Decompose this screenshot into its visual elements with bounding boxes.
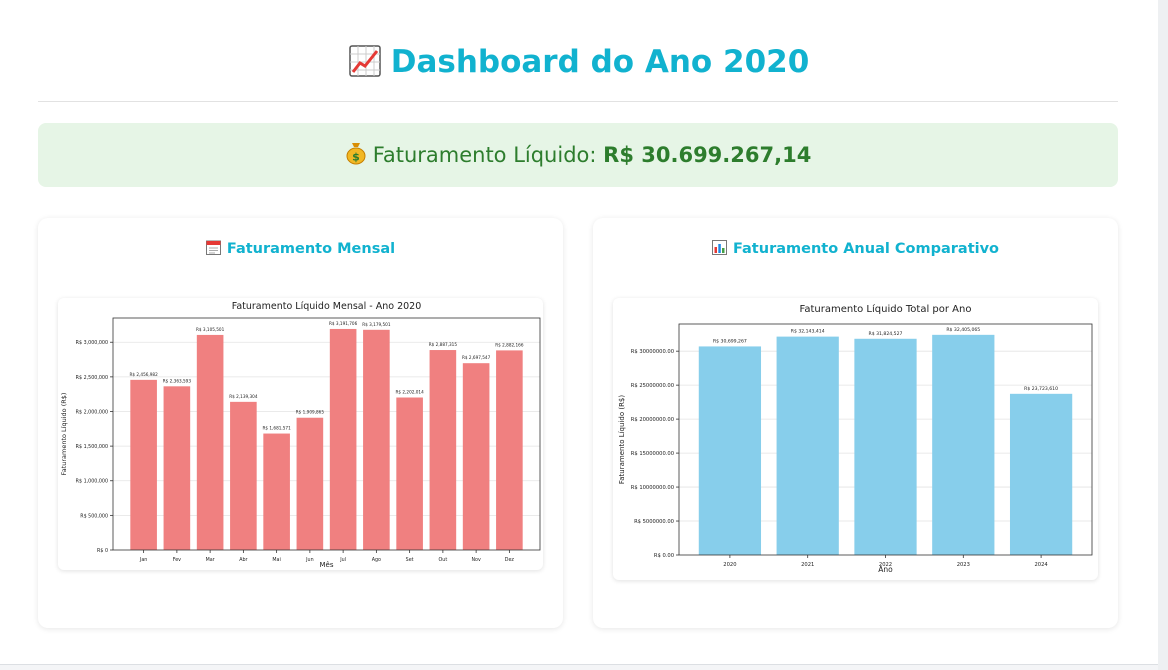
y-tick-label: R$ 2,000,000 — [76, 409, 108, 415]
data-label: R$ 2,887,315 — [429, 342, 458, 347]
data-label: R$ 2,882,166 — [495, 342, 524, 347]
data-label: R$ 31,824,527 — [869, 331, 903, 337]
x-tick-label: 2024 — [1034, 562, 1048, 568]
x-tick-label: 2020 — [723, 562, 736, 568]
x-tick-label: Abr — [239, 557, 247, 563]
data-label: R$ 2,363,593 — [163, 378, 192, 383]
annual-card-title-text: Faturamento Anual Comparativo — [732, 241, 1000, 257]
svg-text:$: $ — [352, 151, 360, 164]
y-tick-label: R$ 30000000.00 — [631, 349, 674, 355]
dashboard-page: Dashboard do Ano 2020 $ Faturamento Líqu… — [0, 0, 1158, 665]
bar — [329, 328, 357, 550]
chart-title: Faturamento Líquido Mensal - Ano 2020 — [232, 301, 422, 312]
y-tick-label: R$ 5000000.00 — [634, 519, 674, 525]
monthly-card: Faturamento Mensal Faturamento Líquido M… — [38, 218, 563, 628]
monthly-card-title-text: Faturamento Mensal — [226, 241, 396, 257]
data-label: R$ 3,191,706 — [329, 321, 358, 326]
bar — [296, 417, 324, 550]
page-title: Dashboard do Ano 2020 — [0, 44, 1158, 85]
y-tick-label: R$ 20000000.00 — [631, 417, 674, 423]
data-label: R$ 2,202,014 — [396, 390, 425, 395]
x-tick-label: Fev — [173, 557, 181, 563]
y-tick-label: R$ 500,000 — [80, 513, 108, 519]
monthly-card-title: Faturamento Mensal — [38, 240, 563, 259]
y-tick-label: R$ 0 — [97, 548, 108, 554]
x-tick-label: Ago — [372, 557, 381, 563]
bar-chart-icon — [711, 240, 727, 259]
page-title-text: Dashboard do Ano 2020 — [390, 44, 810, 80]
x-tick-label: Dez — [505, 557, 515, 563]
data-label: R$ 32,405,065 — [946, 327, 980, 333]
bar — [429, 350, 457, 550]
bar — [163, 386, 191, 550]
x-axis-label: Ano — [878, 565, 893, 574]
x-tick-label: Mar — [206, 557, 215, 563]
x-tick-label: Nov — [471, 557, 481, 563]
y-tick-label: R$ 15000000.00 — [631, 451, 674, 457]
bar — [932, 334, 995, 555]
chart-title: Faturamento Líquido Total por Ano — [800, 303, 972, 315]
x-tick-label: Set — [406, 557, 414, 563]
x-axis-label: Mês — [320, 561, 334, 569]
x-tick-label: Jul — [339, 557, 346, 563]
page-scrollbar[interactable] — [1158, 0, 1168, 670]
bar — [396, 397, 423, 550]
data-label: R$ 3,105,501 — [196, 327, 225, 332]
monthly-chart: Faturamento Líquido Mensal - Ano 2020 R$ … — [58, 298, 543, 570]
data-label: R$ 1,909,865 — [296, 410, 325, 415]
data-label: R$ 2,456,982 — [130, 372, 159, 377]
data-label: R$ 3,179,501 — [362, 322, 391, 327]
data-label: R$ 30,699,267 — [713, 338, 747, 344]
y-tick-label: R$ 2,500,000 — [76, 375, 108, 381]
bar — [130, 379, 157, 550]
monthly-chart-svg: Faturamento Líquido Mensal - Ano 2020 R$ … — [60, 301, 541, 569]
bar — [1009, 393, 1073, 555]
y-tick-label: R$ 1,500,000 — [76, 444, 108, 450]
x-tick-label: 2021 — [801, 562, 814, 568]
chart-increasing-icon — [348, 45, 381, 85]
bar — [854, 338, 917, 555]
x-tick-label: 2023 — [957, 562, 970, 568]
y-axis-label: Faturamento Líquido (R$) — [618, 395, 626, 485]
y-tick-label: R$ 3,000,000 — [76, 340, 108, 346]
bar — [230, 401, 257, 550]
data-label: R$ 1,681,571 — [263, 426, 292, 431]
x-tick-label: Out — [439, 557, 448, 563]
revenue-label: Faturamento Líquido: — [372, 143, 597, 167]
bar — [776, 336, 839, 555]
annual-chart-svg: Faturamento Líquido Total por Ano R$ 0.00… — [618, 303, 1093, 574]
revenue-banner: $ Faturamento Líquido: R$ 30.699.267,14 — [38, 123, 1118, 187]
data-label: R$ 23,723,610 — [1024, 386, 1058, 392]
bar — [698, 346, 762, 555]
bar — [363, 329, 390, 550]
y-axis-label: Faturamento Líquido (R$) — [60, 393, 68, 476]
calendar-icon — [205, 240, 221, 259]
data-label: R$ 2,139,304 — [229, 394, 258, 399]
bar — [263, 433, 290, 550]
money-bag-icon: $ — [345, 126, 367, 190]
y-tick-label: R$ 0.00 — [654, 553, 674, 559]
divider — [38, 101, 1118, 102]
revenue-value: R$ 30.699.267,14 — [603, 143, 812, 167]
annual-card: Faturamento Anual Comparativo Faturament… — [593, 218, 1118, 628]
bar — [196, 334, 224, 550]
annual-chart: Faturamento Líquido Total por Ano R$ 0.00… — [613, 298, 1098, 580]
y-tick-label: R$ 1,000,000 — [76, 479, 108, 485]
x-tick-label: Mai — [272, 557, 280, 563]
x-tick-label: Jun — [305, 557, 314, 563]
data-label: R$ 2,697,547 — [462, 355, 491, 360]
y-tick-label: R$ 10000000.00 — [631, 485, 674, 491]
bar — [462, 363, 490, 550]
bar — [496, 350, 523, 550]
x-tick-label: Jan — [139, 557, 147, 563]
y-tick-label: R$ 25000000.00 — [631, 383, 674, 389]
annual-card-title: Faturamento Anual Comparativo — [593, 240, 1118, 259]
data-label: R$ 32,143,414 — [791, 329, 825, 335]
